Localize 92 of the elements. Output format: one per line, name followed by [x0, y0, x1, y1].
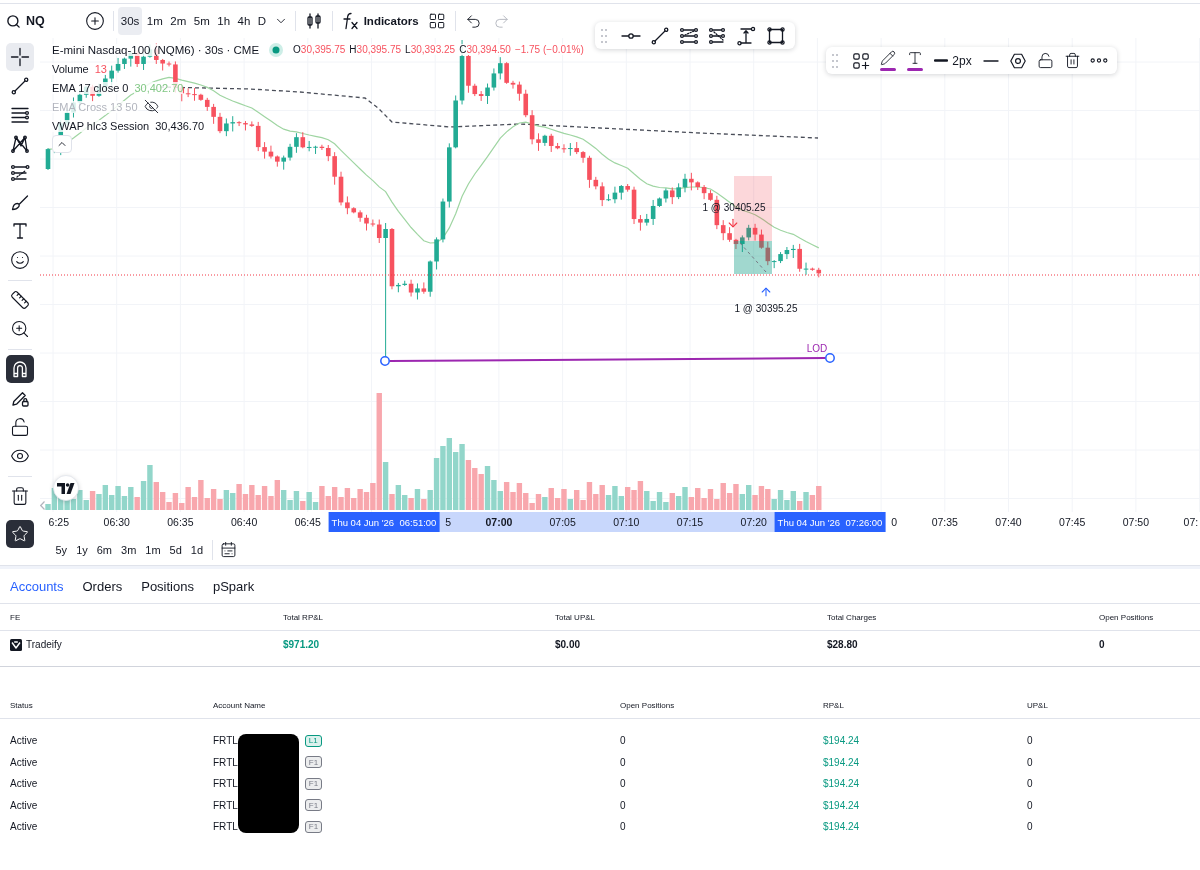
range-button[interactable]: 1m [140, 537, 166, 562]
upnl-value: 0 [1027, 821, 1033, 833]
status-text: Active [10, 778, 38, 790]
panel-tab[interactable]: Positions [136, 572, 199, 600]
interval-button[interactable]: 5m [190, 7, 213, 35]
range-button[interactable]: 6m [92, 537, 117, 562]
column-header: Total Charges [827, 612, 877, 622]
broker-name: Tradeify [26, 639, 62, 650]
status-text: Active [10, 799, 38, 811]
range-button[interactable]: 5y [51, 537, 72, 562]
time-tick: 5 [445, 516, 452, 528]
upnl-value: 0 [1027, 778, 1033, 790]
range-start-label: Thu 04 Jun '26 06:51:00 [328, 512, 440, 532]
time-tick: 06:40 [230, 516, 258, 528]
search-icon[interactable] [6, 13, 21, 29]
column-header: RP&L [823, 700, 844, 710]
time-tick: 07:00 [485, 516, 513, 528]
time-tick: 07: [1183, 516, 1199, 528]
horizontal-ray-icon[interactable] [621, 32, 641, 39]
panel-tab[interactable]: Accounts [5, 572, 69, 600]
status-text: Active [10, 821, 38, 833]
time-tick: 07:45 [1059, 516, 1086, 528]
rpnl-value: $194.24 [823, 735, 860, 747]
time-tick: 0 [891, 516, 898, 528]
interval-button[interactable]: D [254, 7, 270, 35]
interval-button[interactable]: 2m [167, 7, 190, 35]
column-header: Open Positions [620, 700, 675, 710]
account-name: FRTL [213, 821, 238, 833]
panel-tab[interactable]: pSpark [207, 572, 260, 600]
rpnl-value: $194.24 [823, 799, 860, 811]
time-tick: 07:50 [1122, 516, 1150, 528]
symbol-search[interactable]: NQ [2, 7, 49, 35]
interval-button[interactable]: 30s [117, 7, 143, 35]
status-text: Active [10, 756, 38, 768]
account-name: FRTL [213, 778, 238, 790]
time-tick: 06:30 [103, 516, 130, 528]
column-header: FE [10, 612, 21, 622]
column-header: Total RP&L [283, 612, 324, 622]
range-button[interactable]: 3m [116, 537, 141, 562]
summary-value: $971.20 [283, 639, 320, 650]
rpnl-value: $194.24 [823, 756, 860, 768]
account-name: FRTL [213, 756, 238, 768]
open-positions-value: 0 [620, 778, 626, 790]
account-tag: F1 [304, 799, 323, 812]
rpnl-value: $194.24 [823, 778, 860, 790]
broker-logo-icon [10, 638, 22, 651]
time-tick: 06:45 [294, 516, 321, 528]
open-positions-value: 0 [620, 821, 626, 833]
column-header: Account Name [213, 700, 266, 710]
column-header: Total UP&L [555, 612, 596, 622]
column-header: Open Positions [1099, 612, 1154, 622]
range-button[interactable]: 5d [165, 537, 187, 562]
column-header: Status [10, 700, 33, 710]
range-button[interactable]: 1y [71, 537, 93, 562]
time-tick: 6:25 [48, 516, 69, 528]
summary-value: $28.80 [827, 639, 858, 650]
time-tick: 07:10 [613, 516, 640, 528]
favorites-button[interactable] [6, 520, 34, 548]
time-tick: 07:40 [995, 516, 1022, 528]
upnl-value: 0 [1027, 799, 1033, 811]
open-positions-value: 0 [620, 756, 626, 768]
account-name: FRTL [213, 799, 238, 811]
panel-tab[interactable]: Orders [77, 572, 128, 600]
upnl-value: 0 [1027, 756, 1033, 768]
time-tick: 07:20 [740, 516, 767, 528]
range-button[interactable]: 1d [186, 537, 208, 562]
star-icon[interactable] [11, 525, 29, 543]
account-tag: F1 [304, 777, 323, 790]
open-positions-value: 0 [620, 735, 626, 747]
indicators-button[interactable]: Indicators [336, 7, 423, 35]
interval-button[interactable]: 1m [143, 7, 166, 35]
column-header: UP&L [1027, 700, 1048, 710]
open-positions-value: 0 [620, 799, 626, 811]
account-tag: L1 [304, 734, 322, 747]
account-name: FRTL [213, 735, 238, 747]
interval-button[interactable]: 1h [214, 7, 234, 35]
interval-button[interactable]: 4h [234, 7, 254, 35]
time-tick: 06:35 [167, 516, 194, 528]
summary-value: $0.00 [555, 639, 581, 650]
grid-icon[interactable] [427, 12, 446, 30]
account-tag: F1 [304, 756, 323, 769]
summary-value: 0 [1099, 639, 1105, 650]
candles-icon[interactable] [304, 12, 323, 30]
rpnl-value: $194.24 [823, 821, 860, 833]
account-tag: F1 [304, 820, 323, 833]
upnl-value: 0 [1027, 735, 1033, 747]
undo-icon[interactable] [465, 12, 483, 30]
range-end-label: Thu 04 Jun '26 07:26:00 [774, 512, 886, 532]
time-tick: 07:35 [931, 516, 958, 528]
time-tick: 07:05 [549, 516, 576, 528]
time-tick: 07:15 [676, 516, 704, 528]
status-text: Active [10, 735, 38, 747]
